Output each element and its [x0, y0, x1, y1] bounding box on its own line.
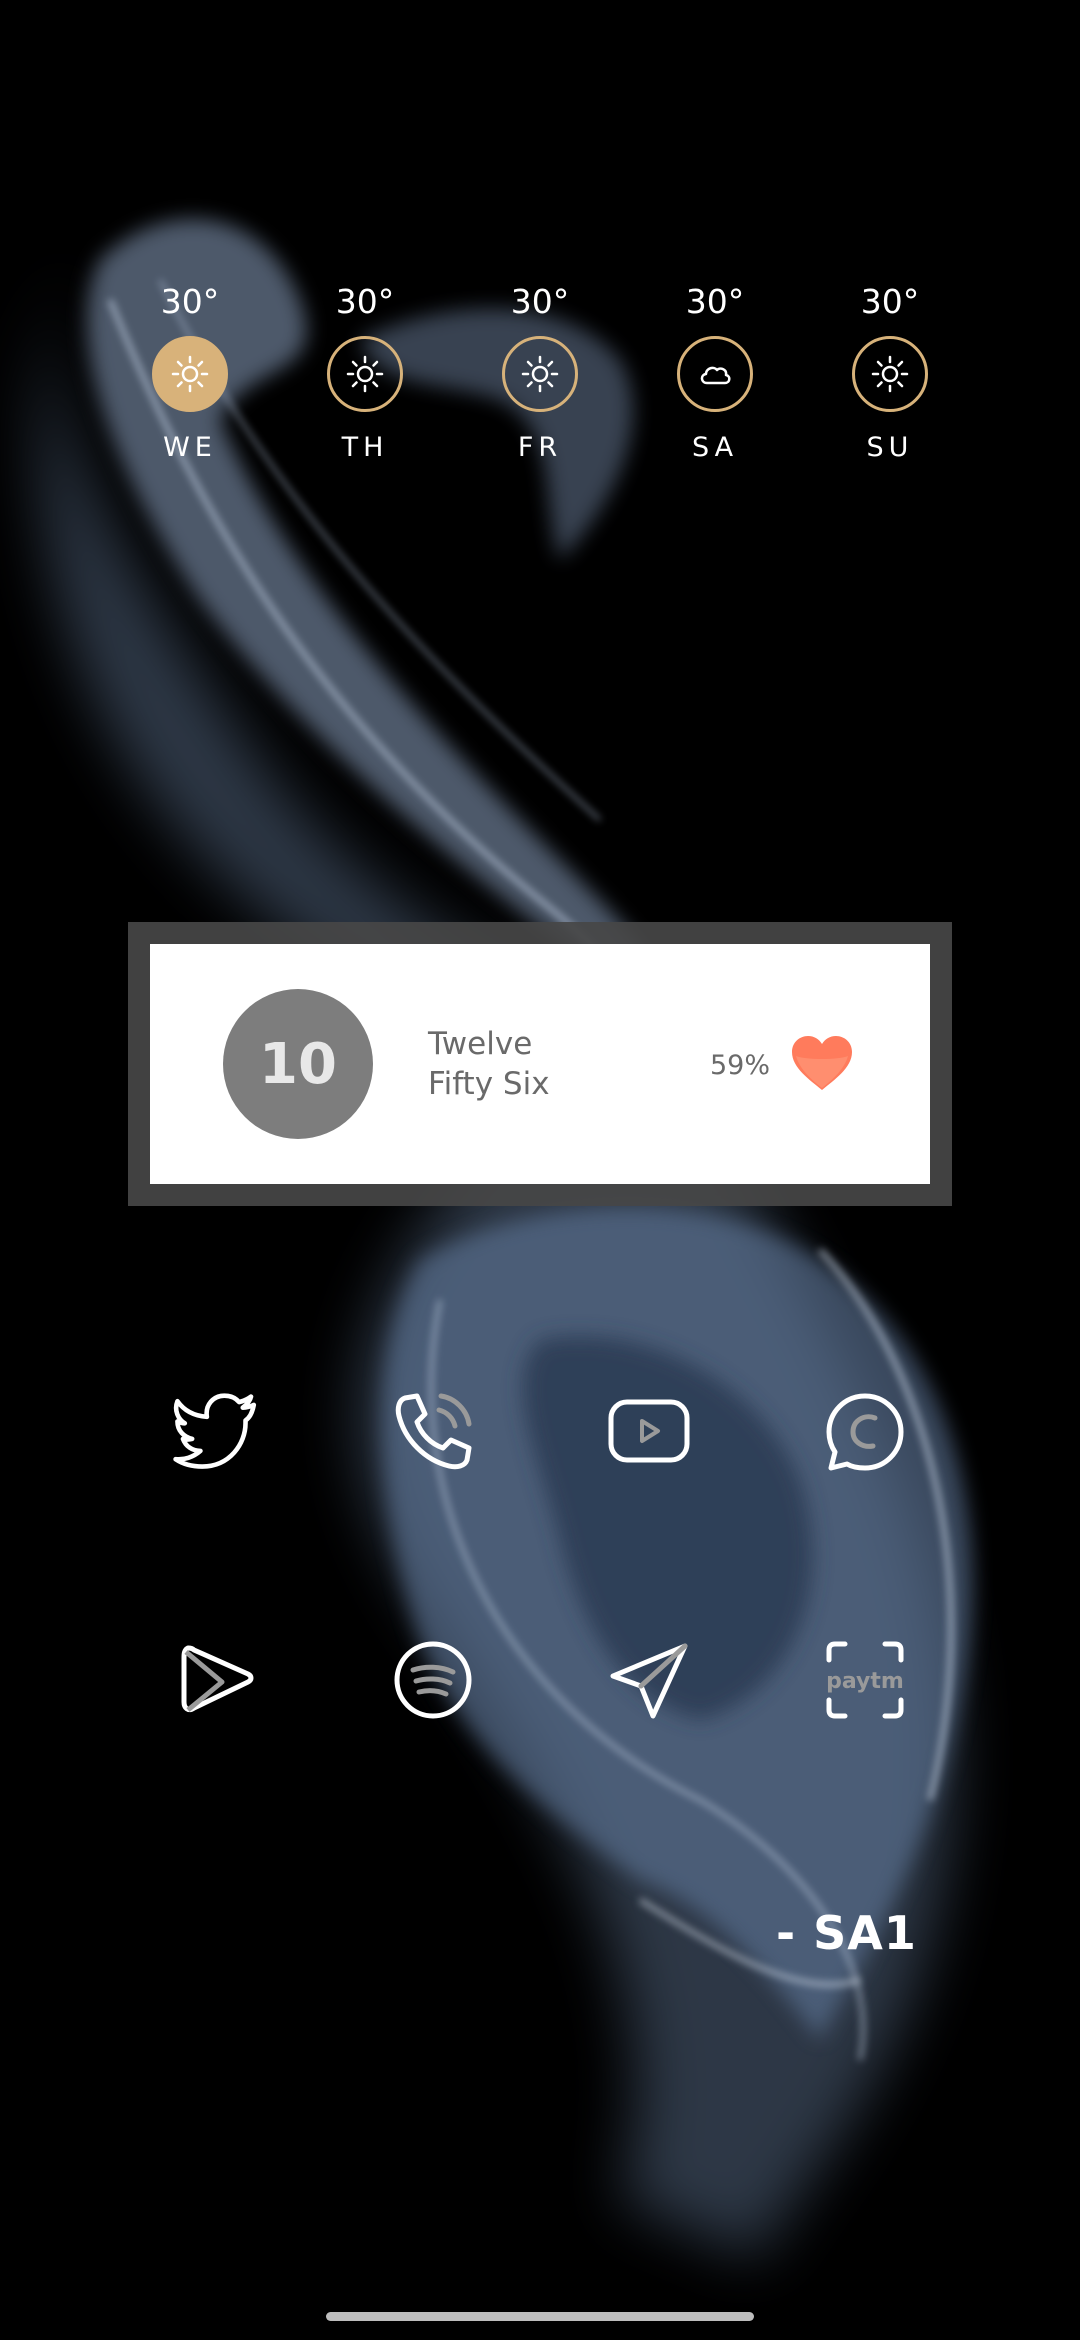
forecast-day-fr[interactable]: 30° FR: [480, 280, 600, 466]
paytm-icon: paytm: [826, 1641, 904, 1719]
phone-icon: [395, 1393, 472, 1470]
weather-icon-circle: [327, 336, 403, 412]
app-youtube[interactable]: [599, 1382, 699, 1482]
app-paytm[interactable]: paytm: [815, 1630, 915, 1730]
weather-icon-circle: [502, 336, 578, 412]
forecast-temp: 30°: [160, 282, 220, 321]
spotify-icon: [394, 1641, 472, 1719]
heart-icon: [792, 1036, 852, 1090]
forecast-day-we[interactable]: 30° WE: [130, 280, 250, 466]
forecast-day-name: FR: [517, 432, 563, 463]
weather-icon-circle: [152, 336, 228, 412]
time-line-1: Twelve: [428, 1026, 533, 1062]
battery-percentage: 59%: [710, 1050, 771, 1081]
app-phone[interactable]: [383, 1382, 483, 1482]
whatsapp-icon: [826, 1393, 904, 1471]
sun-icon: [171, 355, 209, 393]
clock-widget[interactable]: 10 Twelve Fifty Six 59%: [128, 922, 952, 1206]
forecast-day-su[interactable]: 30° SU: [830, 280, 950, 466]
sun-icon: [871, 355, 909, 393]
time-in-words: Twelve Fifty Six: [428, 1024, 550, 1104]
sun-icon: [346, 355, 384, 393]
forecast-day-name: TH: [341, 432, 389, 463]
sun-icon: [521, 355, 559, 393]
app-telegram[interactable]: [599, 1630, 699, 1730]
app-whatsapp[interactable]: [815, 1382, 915, 1482]
telegram-icon: [610, 1643, 688, 1719]
twitter-icon: [173, 1393, 257, 1469]
forecast-day-name: WE: [163, 432, 217, 463]
forecast-day-th[interactable]: 30° TH: [305, 280, 425, 466]
weather-icon-circle: [852, 336, 928, 412]
forecast-day-name: SU: [866, 432, 914, 463]
weather-forecast: 30° WE 30° TH 30° FR 30° SA 30° SU: [0, 280, 1080, 500]
app-spotify[interactable]: [383, 1630, 483, 1730]
cloud-icon: [700, 366, 731, 385]
forecast-temp: 30°: [510, 282, 570, 321]
forecast-temp: 30°: [685, 282, 745, 321]
forecast-temp: 30°: [335, 282, 395, 321]
paytm-label: paytm: [826, 1669, 904, 1694]
gesture-nav-handle[interactable]: [326, 2312, 754, 2321]
time-line-2: Fifty Six: [428, 1066, 550, 1102]
forecast-day-name: SA: [691, 432, 739, 463]
forecast-day-sa[interactable]: 30° SA: [655, 280, 775, 466]
weather-icon-circle: [677, 336, 753, 412]
app-play-store[interactable]: [166, 1630, 266, 1730]
clock-widget-card: 10 Twelve Fifty Six 59%: [150, 944, 930, 1184]
youtube-icon: [608, 1399, 690, 1463]
home-screen: 30° WE 30° TH 30° FR 30° SA 30° SU 10 Tw…: [0, 0, 1080, 2340]
play-store-icon: [181, 1645, 254, 1713]
forecast-temp: 30°: [860, 282, 920, 321]
hour-number-circle: 10: [223, 989, 373, 1139]
signature-text: - SA1: [776, 1906, 917, 1960]
app-twitter[interactable]: [166, 1382, 266, 1482]
